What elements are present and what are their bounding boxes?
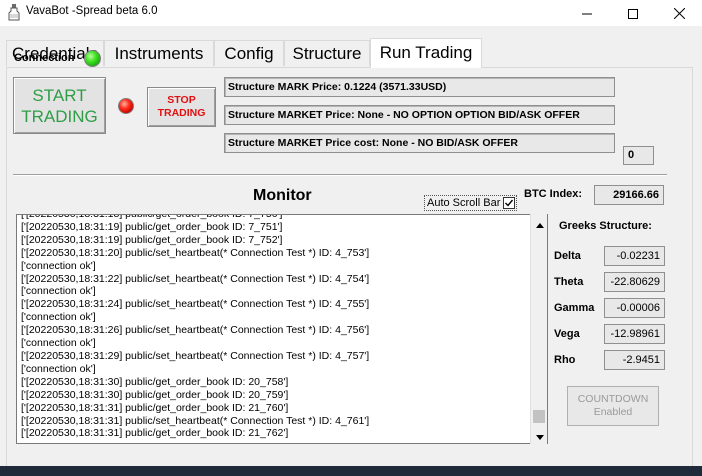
stop-trading-label-line1: STOP [167, 94, 196, 106]
start-trading-label-line1: START [32, 86, 87, 105]
tab-config[interactable]: Config [214, 40, 284, 66]
log-line: ['[20220530,18:31:24] public/set_heartbe… [21, 298, 370, 311]
log-line: ['[20220530,18:31:31] public/get_order_b… [21, 427, 289, 440]
arrow-down-icon [535, 425, 544, 444]
countdown-label-line2: Enabled [593, 406, 633, 418]
structure-mark-price: Structure MARK Price: 0.1224 (3571.33USD… [224, 77, 615, 97]
log-line: ['[20220530,18:31:18] public/get_order_b… [21, 214, 283, 220]
greeks-structure-title: Greeks Structure: [559, 220, 652, 232]
log-line: ['connection ok'] [21, 259, 96, 272]
minimize-icon [582, 4, 592, 23]
log-line: ['connection ok'] [21, 337, 96, 350]
monitor-title: Monitor [253, 187, 312, 204]
log-lines: ['[20220530,18:31:18] public/get_order_b… [21, 214, 531, 440]
greek-label-gamma: Gamma [554, 302, 595, 314]
log-line: ['[20220530,18:31:19] public/get_order_b… [21, 233, 283, 246]
greek-label-rho: Rho [554, 354, 576, 366]
structure-market-price: Structure MARKET Price: None - NO OPTION… [224, 105, 615, 125]
greek-value-delta: -0.02231 [604, 246, 665, 266]
log-line: ['[20220530,18:31:29] public/set_heartbe… [21, 349, 370, 362]
connection-status-indicator [84, 50, 101, 67]
scroll-up-button[interactable] [531, 214, 548, 231]
log-line: ['connection ok'] [21, 285, 96, 298]
log-line: ['[20220530,18:31:20] public/set_heartbe… [21, 246, 370, 259]
log-line: ['connection ok'] [21, 311, 96, 324]
log-line: ['[20220530,18:31:30] public/get_order_b… [21, 388, 289, 401]
scroll-thumb[interactable] [533, 410, 545, 423]
structure-market-price-cost: Structure MARKET Price cost: None - NO B… [224, 133, 615, 153]
maximize-button[interactable] [610, 0, 656, 26]
auto-scroll-label: Auto Scroll Bar [427, 197, 501, 209]
taskbar-strip [0, 466, 702, 476]
window-title: VavaBot -Spread beta 6.0 [26, 5, 158, 17]
btc-index-label: BTC Index: [524, 188, 583, 200]
arrow-up-icon [535, 213, 544, 232]
log-line: ['[20220530,18:31:26] public/set_heartbe… [21, 324, 370, 337]
log-line: ['[20220530,18:31:31] public/set_heartbe… [21, 414, 370, 427]
close-button[interactable] [656, 0, 702, 26]
close-icon [673, 4, 685, 23]
countdown-label-line1: COUNTDOWN [577, 393, 649, 405]
title-bar: VavaBot -Spread beta 6.0 [0, 0, 702, 26]
separator [13, 174, 667, 176]
structure-counter: 0 [623, 146, 654, 165]
stop-trading-button[interactable]: STOP TRADING [147, 87, 216, 127]
log-line: ['connection ok'] [21, 362, 96, 375]
greek-label-theta: Theta [554, 276, 584, 288]
greek-value-vega: -12.98961 [604, 324, 665, 344]
tab-run-trading[interactable]: Run Trading [370, 38, 482, 68]
greek-label-vega: Vega [554, 328, 580, 340]
scroll-down-button[interactable] [531, 426, 548, 443]
greek-value-theta: -22.80629 [604, 272, 665, 292]
bottle-icon [8, 4, 20, 21]
connection-label: Connection [14, 52, 75, 64]
btc-index-value: 29166.66 [594, 185, 664, 205]
greek-value-gamma: -0.00006 [604, 298, 665, 318]
trading-status-indicator [118, 98, 134, 114]
start-trading-button[interactable]: START TRADING [13, 77, 106, 134]
tab-structure[interactable]: Structure [284, 40, 370, 66]
log-line: ['[20220530,18:31:31] public/get_order_b… [21, 401, 289, 414]
log-line: ['[20220530,18:31:19] public/get_order_b… [21, 220, 283, 233]
log-line: ['[20220530,18:31:22] public/set_heartbe… [21, 272, 370, 285]
stop-trading-label-line2: TRADING [157, 107, 206, 119]
log-line: ['[20220530,18:31:30] public/get_order_b… [21, 375, 289, 388]
greek-value-rho: -2.9451 [604, 350, 665, 370]
tab-instruments[interactable]: Instruments [104, 40, 214, 66]
log-scrollbar[interactable] [530, 214, 547, 444]
countdown-button[interactable]: COUNTDOWN Enabled [567, 386, 659, 426]
auto-scroll-checkbox[interactable] [503, 197, 515, 209]
greek-label-delta: Delta [554, 250, 581, 262]
minimize-button[interactable] [564, 0, 610, 26]
maximize-icon [628, 4, 638, 23]
start-trading-label-line2: TRADING [21, 107, 98, 126]
monitor-log[interactable]: ['[20220530,18:31:18] public/get_order_b… [16, 214, 548, 444]
